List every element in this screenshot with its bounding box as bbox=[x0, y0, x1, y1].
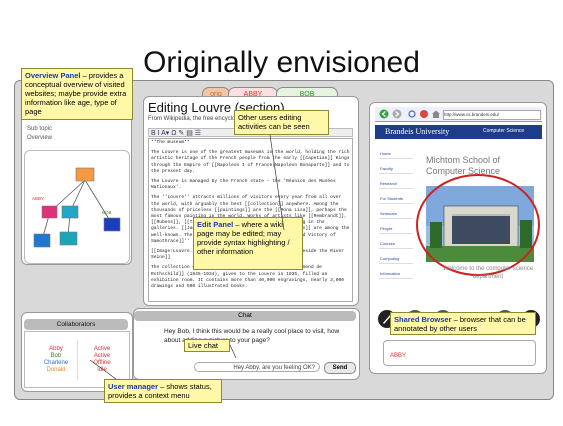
slide: Originally envisioned Sub topic Overview… bbox=[0, 0, 563, 426]
callout-leaders bbox=[89, 134, 285, 380]
